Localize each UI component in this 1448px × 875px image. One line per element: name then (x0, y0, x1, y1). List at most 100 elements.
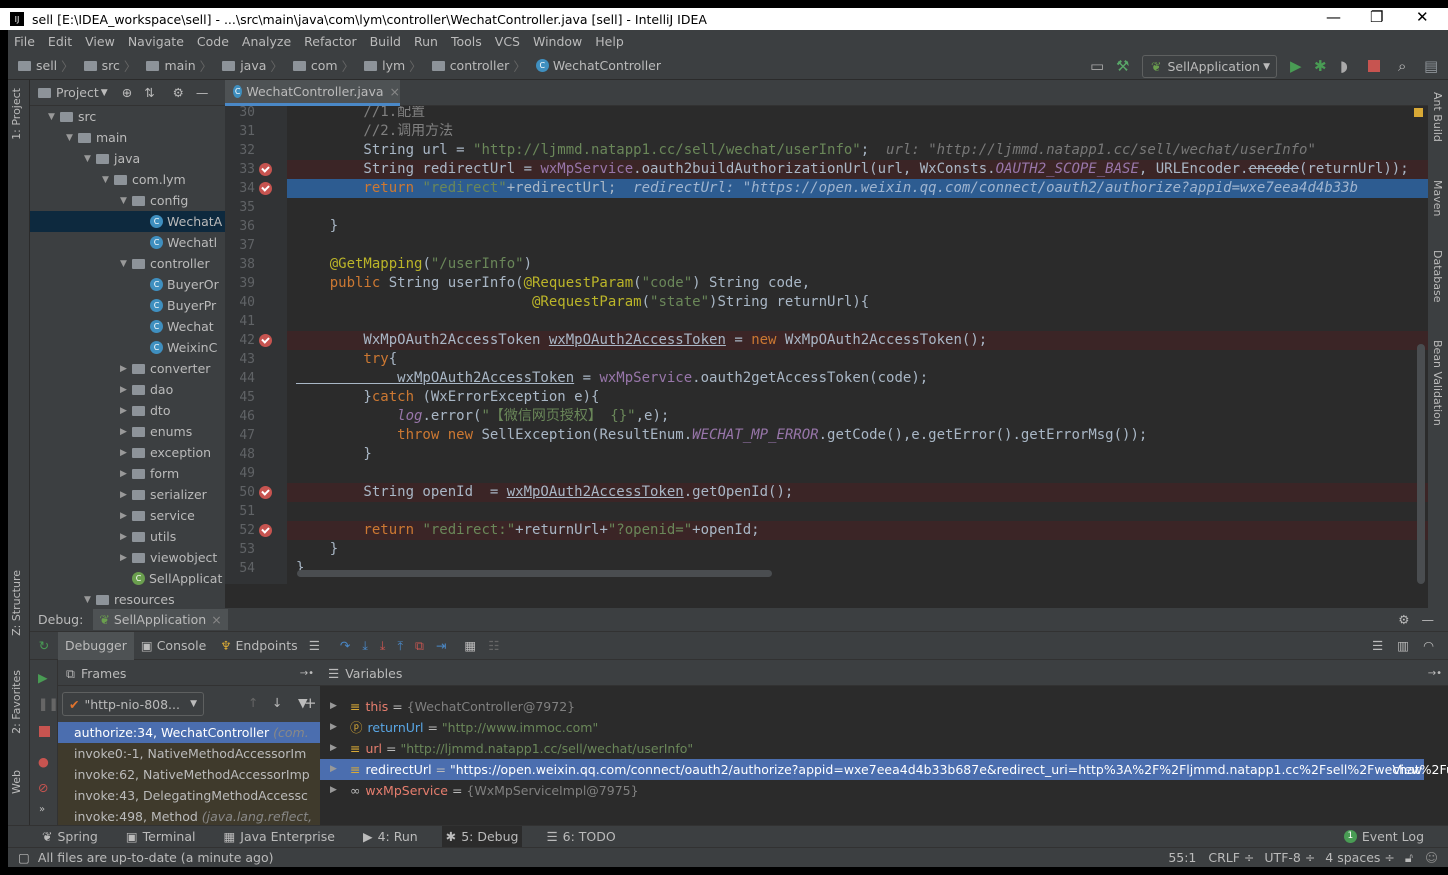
horizontal-scrollbar[interactable] (297, 570, 772, 577)
project-structure-icon[interactable]: ▤ (1424, 57, 1438, 75)
variable-row[interactable]: ▶ ⓟ returnUrl = "http://www.immoc.com" (320, 717, 1424, 738)
code-line[interactable] (287, 198, 1428, 217)
gear-icon[interactable]: ⚙ (1398, 612, 1409, 627)
run-icon[interactable]: ▶ (1290, 57, 1302, 75)
expanded-arrow-icon[interactable]: ▼ (120, 196, 132, 206)
variable-row[interactable]: ▶ ∞ wxMpService = {WxMpServiceImpl@7975} (320, 780, 1424, 801)
restore-layout-icon[interactable]: ▥ (1397, 638, 1409, 653)
warning-marker-icon[interactable] (1414, 108, 1423, 117)
tree-item-weixinc[interactable]: C WeixinC (30, 337, 225, 358)
vertical-scrollbar[interactable] (1417, 344, 1425, 584)
pin-icon[interactable]: →• (300, 668, 314, 679)
breakpoint-icon[interactable] (259, 524, 272, 537)
tree-item-main[interactable]: ▼ main (30, 127, 225, 148)
tab-console[interactable]: ▣ Console (134, 632, 213, 660)
tree-item-controller[interactable]: ▼ controller (30, 253, 225, 274)
collapsed-arrow-icon[interactable]: ▶ (120, 532, 132, 542)
menu-tools[interactable]: Tools (451, 34, 482, 49)
expanded-arrow-icon[interactable]: ▼ (102, 175, 114, 185)
tree-item-dao[interactable]: ▶ dao (30, 379, 225, 400)
locate-icon[interactable]: ⊕ (122, 85, 132, 100)
current-execution-line[interactable]: return "redirect"+redirectUrl; redirectU… (287, 179, 1428, 198)
step-into-icon[interactable]: ⤓ (362, 638, 368, 654)
tree-item-service[interactable]: ▶ service (30, 505, 225, 526)
hide-icon[interactable]: — (1422, 612, 1435, 627)
breadcrumb-sell[interactable]: sell 〉 (18, 56, 78, 75)
tree-item-wechat[interactable]: C Wechat (30, 316, 225, 337)
chevron-down-icon[interactable]: ▼ (101, 88, 108, 98)
tree-item-utils[interactable]: ▶ utils (30, 526, 225, 547)
menu-run[interactable]: Run (414, 34, 438, 49)
collapse-all-icon[interactable]: ⇅ (144, 85, 154, 100)
mute-breakpoints-icon[interactable]: ⊘ (38, 780, 48, 795)
menu-icon[interactable]: ☰ (309, 638, 320, 653)
add-watch-icon[interactable]: + (304, 694, 317, 712)
breadcrumb-com[interactable]: com 〉 (292, 56, 358, 75)
breadcrumb-controller[interactable]: controller 〉 (431, 56, 530, 75)
settings-gauge-icon[interactable]: ◠ (1423, 638, 1434, 653)
expand-arrow-icon[interactable]: ▶ (330, 780, 337, 801)
collapsed-arrow-icon[interactable]: ▶ (120, 406, 132, 416)
code-line[interactable]: } (287, 445, 1428, 464)
code-line[interactable] (287, 312, 1428, 331)
breadcrumb-main[interactable]: main 〉 (146, 56, 216, 75)
close-tab-icon[interactable]: × (390, 84, 400, 99)
project-view-select[interactable]: Project (56, 85, 99, 100)
menu-refactor[interactable]: Refactor (304, 34, 356, 49)
close-button[interactable]: ✕ (1416, 8, 1429, 26)
tool-4-run[interactable]: ▶ 4: Run (359, 826, 422, 848)
collapsed-arrow-icon[interactable]: ▶ (120, 448, 132, 458)
arrow-down-icon[interactable]: ↓ (272, 695, 282, 710)
code-line[interactable]: wxMpOAuth2AccessToken = wxMpService.oaut… (287, 369, 1428, 388)
breakpoint-icon[interactable] (259, 163, 272, 176)
force-step-into-icon[interactable]: ⤓ (380, 638, 386, 654)
collapsed-arrow-icon[interactable]: ▶ (120, 364, 132, 374)
tree-item-resources[interactable]: ▼ resources (30, 589, 225, 608)
step-out-icon[interactable]: ⤒ (397, 638, 403, 654)
tree-item-converter[interactable]: ▶ converter (30, 358, 225, 379)
editor-gutter[interactable]: 30 31 32 33 34 35 36 37 38 39 40 41 42 43 44 45 46 47 48 49… (225, 106, 287, 584)
menu-vcs[interactable]: VCS (495, 34, 520, 49)
breadcrumb-wechatcontroller[interactable]: C WechatController (535, 58, 661, 73)
code-line[interactable]: //2.调用方法 (287, 122, 1428, 141)
tool-window-z-structure[interactable]: Z: Structure (10, 570, 23, 636)
menu-window[interactable]: Window (533, 34, 582, 49)
menu-edit[interactable]: Edit (48, 34, 72, 49)
tab-debugger[interactable]: Debugger (58, 631, 134, 660)
menu-navigate[interactable]: Navigate (128, 34, 184, 49)
collapsed-arrow-icon[interactable]: ▶ (120, 427, 132, 437)
code-line[interactable]: WxMpOAuth2AccessToken wxMpOAuth2AccessTo… (287, 331, 1428, 350)
menu-analyze[interactable]: Analyze (242, 34, 291, 49)
code-line[interactable]: }catch (WxErrorException e){ (287, 388, 1428, 407)
code-line[interactable]: String openId = wxMpOAuth2AccessToken.ge… (287, 483, 1428, 502)
tree-item-buyeror[interactable]: C BuyerOr (30, 274, 225, 295)
code-line[interactable]: @RequestParam("state")String returnUrl){ (287, 293, 1428, 312)
tool-window-bean-validation[interactable]: Bean Validation (1431, 340, 1444, 426)
expanded-arrow-icon[interactable]: ▼ (48, 112, 60, 122)
tree-item-wechatl[interactable]: C Wechatl (30, 232, 225, 253)
event-log-button[interactable]: 1 Event Log (1340, 826, 1428, 848)
expand-arrow-icon[interactable]: ▶ (330, 759, 337, 780)
search-icon[interactable]: ⌕ (1398, 57, 1406, 75)
line-separator-select[interactable]: CRLF ÷ (1208, 850, 1254, 865)
tool-window-database[interactable]: Database (1431, 250, 1444, 303)
tab-wechatcontroller[interactable]: C WechatController.java × (225, 80, 400, 106)
collapsed-arrow-icon[interactable]: ▶ (120, 385, 132, 395)
toggle-tool-windows-icon[interactable]: ▢ (18, 850, 30, 865)
tool-window-2-favorites[interactable]: 2: Favorites (10, 670, 23, 734)
tool-spring[interactable]: ❦ Spring (38, 826, 102, 848)
code-line[interactable] (287, 464, 1428, 483)
breadcrumb-src[interactable]: src 〉 (83, 56, 141, 75)
drop-frame-icon[interactable]: ⧉ (415, 638, 424, 654)
terminal-window-icon[interactable]: ▭ (1090, 57, 1104, 75)
collapsed-arrow-icon[interactable]: ▶ (120, 469, 132, 479)
tree-item-config[interactable]: ▼ config (30, 190, 225, 211)
tree-item-form[interactable]: ▶ form (30, 463, 225, 484)
collapsed-arrow-icon[interactable]: ▶ (120, 490, 132, 500)
tool-java-enterprise[interactable]: ▦ Java Enterprise (219, 826, 339, 848)
breakpoint-icon[interactable] (259, 182, 272, 195)
view-breakpoints-icon[interactable]: ● (38, 754, 49, 769)
variable-row[interactable]: ▶ ≡ this = {WechatController@7972} (320, 696, 1424, 717)
run-configuration-select[interactable]: ❦ SellApplication ▼ (1142, 55, 1277, 78)
maximize-button[interactable]: ❐ (1370, 8, 1383, 26)
